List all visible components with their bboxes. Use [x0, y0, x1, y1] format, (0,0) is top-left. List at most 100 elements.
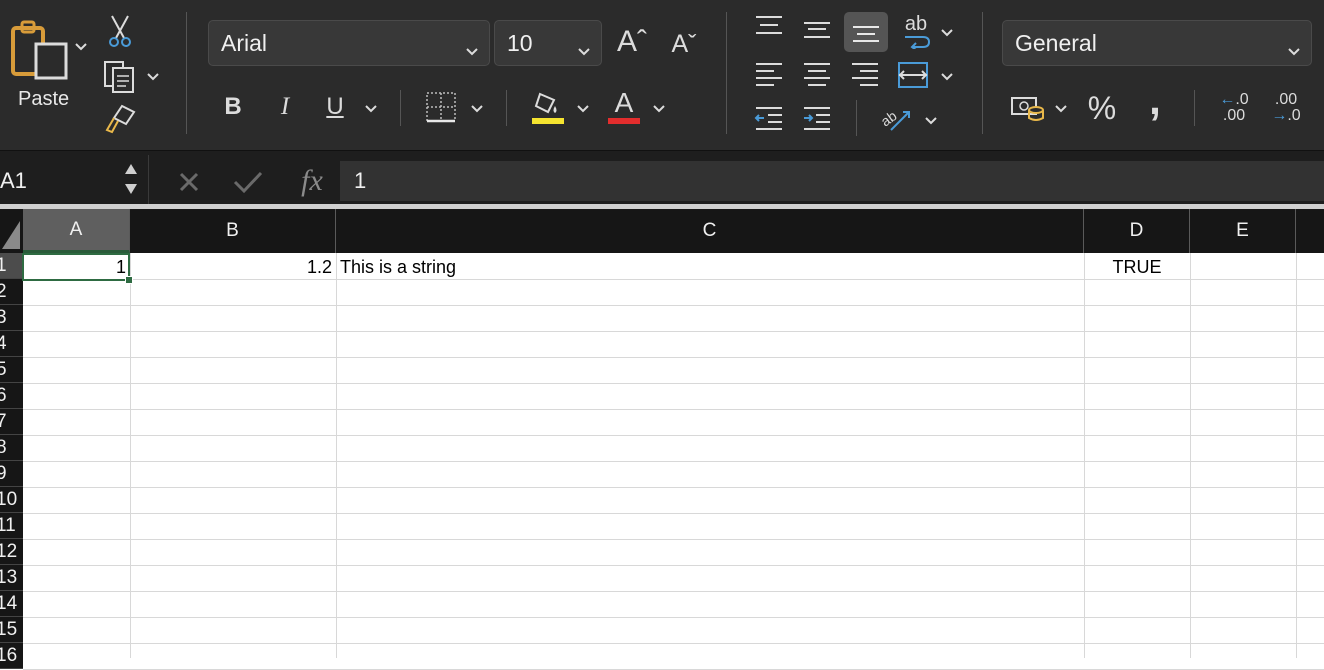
row-gridline: [23, 305, 1324, 306]
underline-button[interactable]: U: [320, 90, 350, 124]
dec-decimal-bottom-part: .0: [1287, 107, 1301, 124]
row-header[interactable]: 5: [0, 357, 23, 383]
chevron-down-icon: [465, 36, 479, 63]
orientation-chevron-down-icon[interactable]: [924, 114, 938, 128]
wrap-text-label: ab: [904, 13, 928, 35]
row-header[interactable]: 9: [0, 461, 23, 487]
cut-icon[interactable]: [106, 14, 134, 50]
bold-button[interactable]: B: [218, 90, 248, 124]
insert-function-icon[interactable]: fx: [290, 163, 334, 199]
decrease-decimal-icon[interactable]: .00 → .0: [1266, 88, 1306, 128]
enter-icon[interactable]: [228, 165, 268, 199]
column-gridline: [1084, 253, 1085, 658]
row-header[interactable]: 2: [0, 279, 23, 305]
align-right-icon[interactable]: [848, 58, 882, 92]
cell-b1[interactable]: 1.2: [130, 254, 336, 280]
svg-text:ab: ab: [878, 107, 900, 129]
font-size-select[interactable]: 10: [494, 20, 602, 66]
row-gridline: [23, 461, 1324, 462]
increase-font-size-icon[interactable]: Aˆ: [612, 22, 652, 62]
decrease-decimal-bottom: → .0: [1271, 107, 1301, 124]
comma-style-button[interactable]: ,: [1138, 76, 1172, 123]
currency-chevron-down-icon[interactable]: [1054, 102, 1068, 116]
font-color-chevron-down-icon[interactable]: [652, 102, 666, 116]
row-header[interactable]: 8: [0, 435, 23, 461]
row-header[interactable]: 12: [0, 539, 23, 565]
row-header[interactable]: 7: [0, 409, 23, 435]
active-cell-border: [22, 253, 130, 281]
copy-icon[interactable]: [102, 58, 138, 94]
merge-chevron-down-icon[interactable]: [940, 70, 954, 84]
cell-d1[interactable]: TRUE: [1084, 254, 1190, 280]
wrap-chevron-down-icon[interactable]: [940, 26, 954, 40]
borders-chevron-down-icon[interactable]: [470, 102, 484, 116]
row-gridline: [23, 331, 1324, 332]
copy-chevron-down-icon[interactable]: [146, 70, 160, 84]
number-format-select[interactable]: General: [1002, 20, 1312, 66]
formula-input[interactable]: 1: [340, 161, 1324, 201]
column-gridline: [336, 253, 337, 658]
separator: [982, 12, 983, 134]
column-header-b[interactable]: B: [130, 209, 336, 253]
merge-center-icon[interactable]: [894, 58, 932, 92]
row-header[interactable]: 1: [0, 253, 23, 279]
font-color-icon[interactable]: A: [606, 86, 642, 126]
number-format-value: General: [1015, 29, 1097, 56]
increase-indent-icon[interactable]: [800, 104, 834, 134]
row-gridline: [23, 513, 1324, 514]
underline-chevron-down-icon[interactable]: [364, 102, 378, 116]
separator: [726, 12, 727, 134]
separator: [400, 90, 401, 126]
column-header-e[interactable]: E: [1190, 209, 1296, 253]
percent-style-button[interactable]: %: [1082, 88, 1122, 128]
italic-button[interactable]: I: [270, 90, 300, 124]
font-family-select[interactable]: Arial: [208, 20, 490, 66]
row-gridline: [23, 643, 1324, 644]
format-painter-icon[interactable]: [104, 102, 138, 134]
paste-label[interactable]: Paste: [18, 88, 69, 111]
column-gridline: [130, 253, 131, 658]
chevron-down-icon: [577, 36, 591, 63]
align-center-icon[interactable]: [800, 58, 834, 92]
increase-decimal-icon[interactable]: ← .0 .00: [1214, 88, 1254, 128]
highlight-color-icon[interactable]: [530, 88, 566, 126]
orientation-icon[interactable]: ab: [876, 100, 916, 136]
wrap-text-icon[interactable]: ab: [896, 14, 936, 50]
row-header[interactable]: 10: [0, 487, 23, 513]
cancel-icon[interactable]: [172, 165, 206, 199]
currency-format-icon[interactable]: [1008, 92, 1048, 126]
paste-icon[interactable]: [10, 18, 70, 80]
decrease-indent-icon[interactable]: [752, 104, 786, 134]
decrease-font-size-icon[interactable]: Aˇ: [664, 26, 704, 62]
name-box-stepper-icon[interactable]: [120, 159, 142, 199]
row-header[interactable]: 15: [0, 617, 23, 643]
borders-icon[interactable]: [424, 90, 458, 124]
column-header-d[interactable]: D: [1084, 209, 1190, 253]
column-header-a[interactable]: A: [23, 209, 130, 253]
row-header[interactable]: 3: [0, 305, 23, 331]
align-left-icon[interactable]: [752, 58, 786, 92]
align-top-icon[interactable]: [752, 12, 786, 42]
row-header[interactable]: 16: [0, 643, 23, 669]
column-header-c[interactable]: C: [336, 209, 1084, 253]
formula-bar: A1 fx 1: [0, 150, 1324, 208]
row-header[interactable]: 11: [0, 513, 23, 539]
fill-handle[interactable]: [125, 276, 133, 284]
row-header[interactable]: 6: [0, 383, 23, 409]
inc-decimal-top-text: .0: [1235, 91, 1249, 108]
column-header-f[interactable]: [1296, 209, 1324, 253]
cell-c1[interactable]: This is a string: [336, 254, 1084, 280]
row-header[interactable]: 14: [0, 591, 23, 617]
row-header[interactable]: 4: [0, 331, 23, 357]
paste-chevron-down-icon[interactable]: [74, 40, 88, 54]
select-all-corner[interactable]: [0, 209, 23, 253]
font-size-value: 10: [507, 29, 533, 56]
align-middle-icon[interactable]: [800, 14, 834, 44]
align-bottom-icon[interactable]: [844, 12, 888, 52]
worksheet-grid[interactable]: A B C D E 12345678910111213141516 1 1.2 …: [0, 209, 1324, 670]
highlight-chevron-down-icon[interactable]: [576, 102, 590, 116]
row-header[interactable]: 13: [0, 565, 23, 591]
row-gridline: [23, 383, 1324, 384]
row-gridline: [23, 591, 1324, 592]
font-color-swatch: [608, 118, 640, 124]
